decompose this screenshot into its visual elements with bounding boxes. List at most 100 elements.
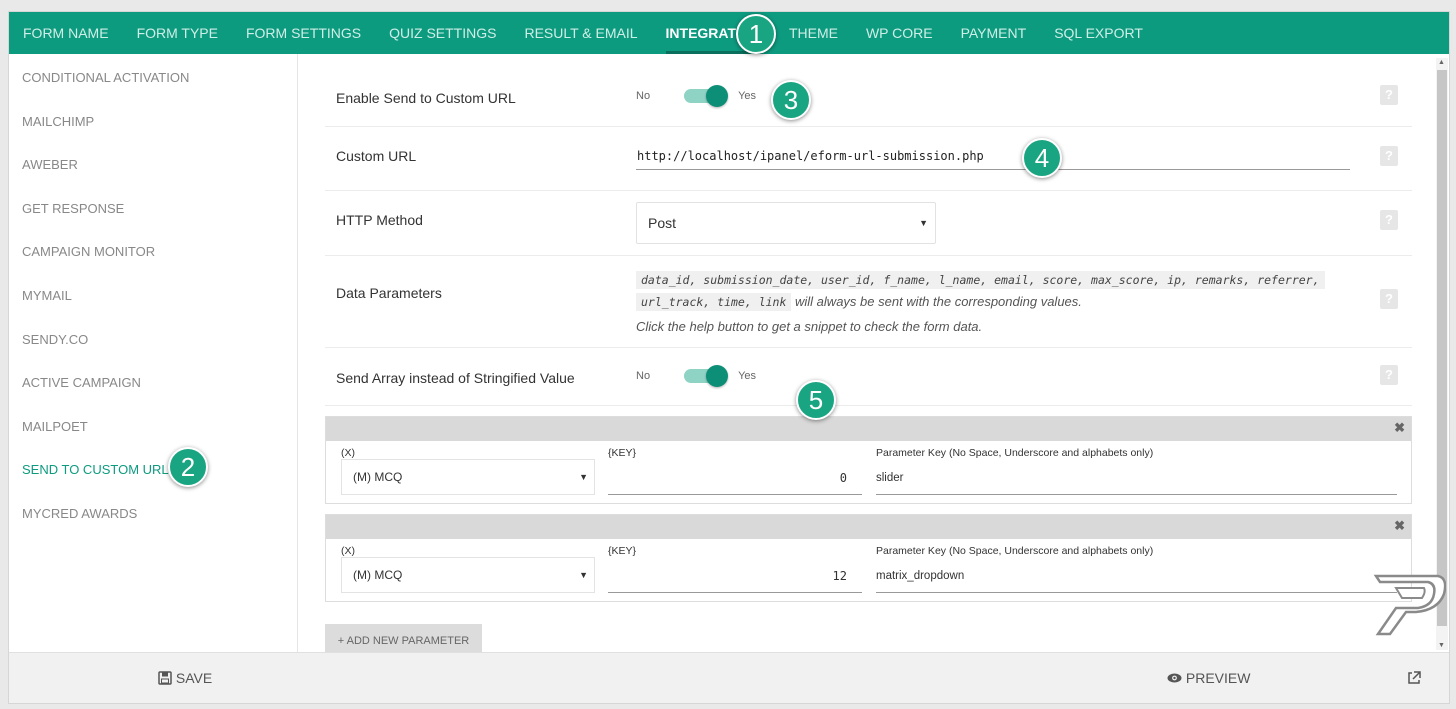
data-parameters-description: data_id, submission_date, user_id, f_nam… (636, 269, 1356, 337)
key-column-label: {KEY} (608, 545, 637, 557)
http-method-value: Post (648, 215, 677, 231)
data-parameters-label: Data Parameters (336, 285, 442, 301)
parameter-block: ✖ (X) {KEY} Parameter Key (No Space, Und… (325, 416, 1412, 504)
parameter-list-code: url_track, time, link (636, 293, 792, 311)
custom-url-input[interactable]: http://localhost/ipanel/eform-url-submis… (636, 146, 1350, 170)
annotation-badge: 2 (168, 447, 208, 487)
x-column-label: (X) (341, 447, 355, 459)
tab-form-name[interactable]: FORM NAME (23, 12, 109, 54)
sidebar-item-mycred-awards[interactable]: MYCRED AWARDS (9, 490, 297, 534)
footer-toolbar: SAVE PREVIEW (9, 652, 1449, 703)
toggle-off-label: No (636, 90, 651, 102)
tab-wp-core[interactable]: WP CORE (866, 12, 933, 54)
help-icon[interactable]: ? (1380, 85, 1398, 105)
tab-theme[interactable]: THEME (789, 12, 838, 54)
help-icon[interactable]: ? (1380, 210, 1398, 230)
top-navigation: FORM NAME FORM TYPE FORM SETTINGS QUIZ S… (9, 12, 1449, 54)
custom-url-label: Custom URL (336, 148, 417, 164)
element-select[interactable]: (M) MCQ ▼ (341, 459, 595, 495)
parameter-block: ✖ (X) {KEY} Parameter Key (No Space, Und… (325, 514, 1412, 602)
key-column-label: {KEY} (608, 447, 637, 459)
add-new-parameter-button[interactable]: + ADD NEW PARAMETER (325, 624, 482, 653)
setting-row-custom-url: Custom URL http://localhost/ipanel/eform… (325, 127, 1412, 191)
chevron-down-icon: ▼ (919, 218, 928, 228)
scroll-down-arrow-icon[interactable]: ▼ (1438, 642, 1445, 649)
tab-form-type[interactable]: FORM TYPE (137, 12, 218, 54)
scrollbar[interactable]: ▲ ▼ (1436, 58, 1448, 650)
help-icon[interactable]: ? (1380, 365, 1398, 385)
sidebar-item-get-response[interactable]: GET RESPONSE (9, 185, 297, 229)
parameter-key-input[interactable]: matrix_dropdown (876, 559, 1397, 593)
sidebar-item-mymail[interactable]: MYMAIL (9, 272, 297, 316)
parameter-block-header: ✖ (326, 417, 1411, 441)
preview-button[interactable]: PREVIEW (1167, 653, 1251, 703)
preview-label: PREVIEW (1185, 670, 1251, 686)
enable-toggle[interactable]: No Yes (636, 85, 757, 107)
enable-label: Enable Send to Custom URL (336, 90, 516, 106)
scroll-up-arrow-icon[interactable]: ▲ (1438, 59, 1445, 66)
sidebar-item-campaign-monitor[interactable]: CAMPAIGN MONITOR (9, 228, 297, 272)
x-column-label: (X) (341, 545, 355, 557)
element-select-value: (M) MCQ (353, 470, 403, 484)
parameter-key-label: Parameter Key (No Space, Underscore and … (876, 545, 1154, 557)
floppy-disk-icon (158, 671, 172, 685)
toggle-track[interactable] (684, 365, 729, 387)
toggle-off-label: No (636, 370, 651, 382)
chevron-down-icon: ▼ (579, 570, 588, 580)
parameter-key-input[interactable]: slider (876, 461, 1397, 495)
tab-result-email[interactable]: RESULT & EMAIL (524, 12, 637, 54)
element-select[interactable]: (M) MCQ ▼ (341, 557, 595, 593)
sidebar-item-active-campaign[interactable]: ACTIVE CAMPAIGN (9, 359, 297, 403)
parameter-help-text: Click the help button to get a snippet t… (636, 319, 983, 334)
key-input[interactable]: 12 (608, 559, 862, 593)
chevron-down-icon: ▼ (579, 472, 588, 482)
integration-sidebar: CONDITIONAL ACTIVATION MAILCHIMP AWEBER … (9, 54, 298, 653)
sidebar-item-conditional-activation[interactable]: CONDITIONAL ACTIVATION (9, 54, 297, 98)
open-external-button[interactable] (1407, 653, 1421, 703)
sidebar-item-send-to-custom-url[interactable]: SEND TO CUSTOM URL (9, 446, 297, 490)
brand-logo-watermark (1373, 574, 1446, 636)
parameter-key-label: Parameter Key (No Space, Underscore and … (876, 447, 1154, 459)
sidebar-item-mailpoet[interactable]: MAILPOET (9, 403, 297, 447)
send-array-label: Send Array instead of Stringified Value (336, 370, 575, 386)
setting-row-data-parameters: Data Parameters data_id, submission_date… (325, 256, 1412, 348)
annotation-badge: 5 (796, 380, 836, 420)
send-array-toggle[interactable]: No Yes (636, 365, 757, 387)
close-icon[interactable]: ✖ (1394, 420, 1405, 436)
parameter-block-header: ✖ (326, 515, 1411, 539)
key-input[interactable]: 0 (608, 461, 862, 495)
tab-form-settings[interactable]: FORM SETTINGS (246, 12, 361, 54)
close-icon[interactable]: ✖ (1394, 518, 1405, 534)
sidebar-item-mailchimp[interactable]: MAILCHIMP (9, 98, 297, 142)
annotation-badge: 3 (771, 80, 811, 120)
element-select-value: (M) MCQ (353, 568, 403, 582)
toggle-track[interactable] (684, 85, 729, 107)
external-link-icon (1408, 671, 1421, 684)
toggle-on-label: Yes (738, 370, 757, 382)
scrollbar-thumb[interactable] (1437, 70, 1447, 626)
sidebar-item-sendy[interactable]: SENDY.CO (9, 316, 297, 360)
help-icon[interactable]: ? (1380, 289, 1398, 309)
setting-row-http-method: HTTP Method Post ▼ ? (325, 191, 1412, 256)
setting-row-enable: Enable Send to Custom URL No Yes ? (325, 54, 1412, 127)
parameter-list-code: data_id, submission_date, user_id, f_nam… (636, 271, 1325, 289)
tab-payment[interactable]: PAYMENT (961, 12, 1027, 54)
setting-row-send-array: Send Array instead of Stringified Value … (325, 348, 1412, 406)
http-method-label: HTTP Method (336, 212, 423, 228)
sidebar-item-aweber[interactable]: AWEBER (9, 141, 297, 185)
parameter-note: will always be sent with the correspondi… (791, 294, 1082, 309)
save-label: SAVE (175, 670, 213, 686)
form-builder-window: FORM NAME FORM TYPE FORM SETTINGS QUIZ S… (8, 11, 1450, 704)
eye-icon (1167, 673, 1182, 683)
tab-sql-export[interactable]: SQL EXPORT (1054, 12, 1143, 54)
toggle-knob[interactable] (706, 85, 729, 107)
integration-settings-panel: Enable Send to Custom URL No Yes ? Custo… (299, 54, 1427, 653)
save-button[interactable]: SAVE (158, 653, 213, 703)
toggle-on-label: Yes (738, 90, 757, 102)
tab-quiz-settings[interactable]: QUIZ SETTINGS (389, 12, 496, 54)
annotation-badge: 4 (1022, 138, 1062, 178)
toggle-knob[interactable] (706, 365, 729, 387)
http-method-select[interactable]: Post ▼ (636, 202, 936, 244)
help-icon[interactable]: ? (1380, 146, 1398, 166)
annotation-badge: 1 (736, 14, 776, 54)
